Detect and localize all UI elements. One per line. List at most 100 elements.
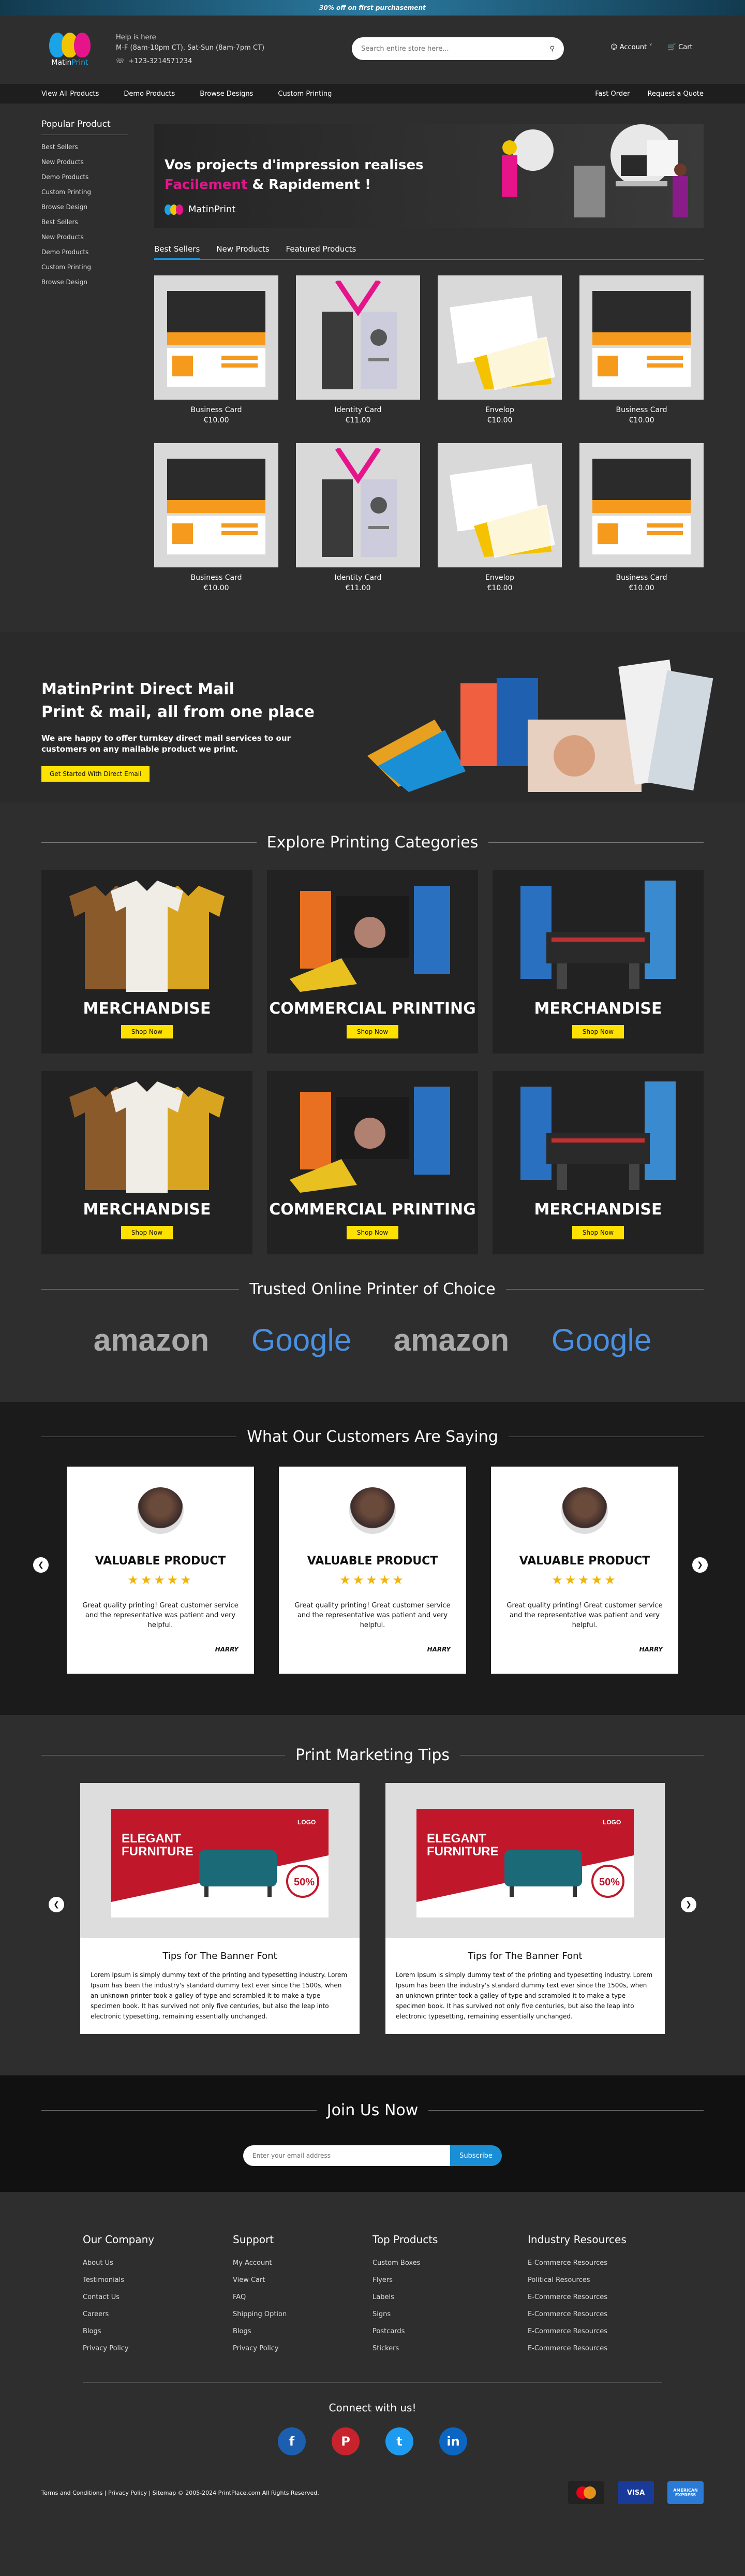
footer-link[interactable]: E-Commerce Resources: [528, 2310, 673, 2318]
tip-title[interactable]: Tips for The Banner Font: [80, 1951, 360, 1962]
footer-link[interactable]: View Cart: [233, 2276, 373, 2284]
footer-link[interactable]: Privacy Policy: [83, 2345, 233, 2352]
product-image[interactable]: [154, 443, 278, 567]
footer-link[interactable]: Stickers: [373, 2345, 528, 2352]
footer-link[interactable]: Political Resources: [528, 2276, 673, 2284]
footer-link[interactable]: Flyers: [373, 2276, 528, 2284]
sidebar-item[interactable]: Demo Products: [41, 173, 93, 181]
footer-link[interactable]: Privacy Policy: [233, 2345, 373, 2352]
sidebar-item[interactable]: Browse Design: [41, 203, 93, 211]
tab-new-products[interactable]: New Products: [216, 244, 269, 259]
shop-now-button[interactable]: Shop Now: [121, 1025, 173, 1038]
prev-arrow-icon[interactable]: ❮: [33, 1557, 49, 1573]
footer-link[interactable]: Careers: [83, 2310, 233, 2318]
account-button[interactable]: ☺ Account ˅: [610, 43, 652, 51]
prev-arrow-icon[interactable]: ❮: [49, 1897, 64, 1912]
twitter-icon[interactable]: t: [385, 2427, 413, 2455]
tip-image[interactable]: ELEGANT FURNITURE LOGO 50%: [385, 1783, 665, 1938]
footer-link[interactable]: Signs: [373, 2310, 528, 2318]
product-card[interactable]: Business Card €10.00: [579, 443, 704, 592]
product-name[interactable]: Envelop: [438, 406, 562, 414]
footer-link[interactable]: Blogs: [83, 2328, 233, 2335]
product-name[interactable]: Business Card: [154, 406, 278, 414]
product-image[interactable]: [438, 275, 562, 400]
sidebar-item[interactable]: New Products: [41, 233, 93, 241]
shop-now-button[interactable]: Shop Now: [572, 1025, 624, 1038]
product-name[interactable]: Identity Card: [296, 574, 420, 582]
footer-link[interactable]: My Account: [233, 2259, 373, 2267]
product-name[interactable]: Envelop: [438, 574, 562, 582]
footer-link[interactable]: About Us: [83, 2259, 233, 2267]
pinterest-icon[interactable]: P: [332, 2427, 360, 2455]
nav-fast-order[interactable]: Fast Order: [595, 90, 630, 98]
footer-link[interactable]: Postcards: [373, 2328, 528, 2335]
footer-link[interactable]: E-Commerce Resources: [528, 2293, 673, 2301]
category-image[interactable]: [503, 1076, 693, 1195]
help-phone[interactable]: +123-3214571234: [128, 56, 192, 67]
tip-image[interactable]: ELEGANT FURNITURE LOGO 50%: [80, 1783, 360, 1938]
product-name[interactable]: Identity Card: [296, 406, 420, 414]
product-image[interactable]: [579, 275, 704, 400]
footer-link[interactable]: Contact Us: [83, 2293, 233, 2301]
product-name[interactable]: Business Card: [579, 406, 704, 414]
product-image[interactable]: [579, 443, 704, 567]
sidebar-item[interactable]: Custom Printing: [41, 264, 93, 271]
sidebar-item[interactable]: New Products: [41, 158, 93, 166]
footer-link[interactable]: Custom Boxes: [373, 2259, 528, 2267]
search-input[interactable]: [361, 45, 550, 53]
sidebar-item[interactable]: Browse Design: [41, 279, 93, 286]
shop-now-button[interactable]: Shop Now: [346, 1226, 399, 1239]
nav-request-quote[interactable]: Request a Quote: [647, 90, 704, 98]
nav-custom-printing[interactable]: Custom Printing: [278, 90, 332, 98]
tab-best-sellers[interactable]: Best Sellers: [154, 244, 200, 259]
category-image[interactable]: [503, 875, 693, 994]
next-arrow-icon[interactable]: ❯: [692, 1557, 708, 1573]
subscribe-button[interactable]: Subscribe: [450, 2145, 502, 2166]
sidebar-item[interactable]: Best Sellers: [41, 218, 93, 226]
direct-mail-button[interactable]: Get Started With Direct Email: [41, 766, 150, 782]
email-field[interactable]: [243, 2145, 450, 2166]
nav-browse-designs[interactable]: Browse Designs: [200, 90, 253, 98]
logo[interactable]: MatinPrint: [41, 33, 98, 67]
product-image[interactable]: [154, 275, 278, 400]
next-arrow-icon[interactable]: ❯: [681, 1897, 696, 1912]
shop-now-button[interactable]: Shop Now: [346, 1025, 399, 1038]
facebook-icon[interactable]: f: [278, 2427, 306, 2455]
product-card[interactable]: Business Card €10.00: [579, 275, 704, 425]
product-image[interactable]: [438, 443, 562, 567]
sidebar-item[interactable]: Best Sellers: [41, 143, 93, 151]
footer-link[interactable]: E-Commerce Resources: [528, 2345, 673, 2352]
product-image[interactable]: [296, 443, 420, 567]
search-icon[interactable]: ⚲: [549, 45, 555, 53]
category-image[interactable]: [52, 875, 242, 994]
tip-title[interactable]: Tips for The Banner Font: [385, 1951, 665, 1962]
cart-button[interactable]: 🛒 Cart: [668, 43, 693, 51]
product-card[interactable]: Business Card €10.00: [154, 275, 278, 425]
tip-card[interactable]: ELEGANT FURNITURE LOGO 50% Tips for The Bann…: [80, 1783, 360, 2034]
product-name[interactable]: Business Card: [579, 574, 704, 582]
footer-link[interactable]: E-Commerce Resources: [528, 2259, 673, 2267]
category-image[interactable]: [52, 1076, 242, 1195]
product-card[interactable]: Identity Card €11.00: [296, 275, 420, 425]
footer-link[interactable]: E-Commerce Resources: [528, 2328, 673, 2335]
linkedin-icon[interactable]: in: [439, 2427, 467, 2455]
product-card[interactable]: Envelop €10.00: [438, 275, 562, 425]
tip-card[interactable]: ELEGANT FURNITURE LOGO 50% Tips for The Bann…: [385, 1783, 665, 2034]
category-image[interactable]: [277, 875, 468, 994]
tab-featured-products[interactable]: Featured Products: [286, 244, 356, 259]
category-image[interactable]: [277, 1076, 468, 1195]
footer-link[interactable]: Testimonials: [83, 2276, 233, 2284]
shop-now-button[interactable]: Shop Now: [121, 1226, 173, 1239]
sidebar-item[interactable]: Demo Products: [41, 248, 93, 256]
product-card[interactable]: Identity Card €11.00: [296, 443, 420, 592]
sidebar-item[interactable]: Custom Printing: [41, 188, 93, 196]
shop-now-button[interactable]: Shop Now: [572, 1226, 624, 1239]
nav-view-all[interactable]: View All Products: [41, 90, 99, 98]
footer-link[interactable]: Labels: [373, 2293, 528, 2301]
nav-demo-products[interactable]: Demo Products: [124, 90, 175, 98]
footer-link[interactable]: FAQ: [233, 2293, 373, 2301]
product-card[interactable]: Envelop €10.00: [438, 443, 562, 592]
footer-link[interactable]: Shipping Option: [233, 2310, 373, 2318]
product-card[interactable]: Business Card €10.00: [154, 443, 278, 592]
footer-link[interactable]: Blogs: [233, 2328, 373, 2335]
